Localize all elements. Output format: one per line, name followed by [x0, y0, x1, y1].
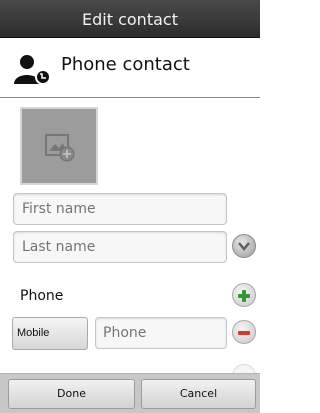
header-divider — [0, 97, 260, 98]
add-phone-button[interactable] — [232, 283, 256, 307]
contact-phone-icon — [14, 55, 51, 85]
phone-type-button[interactable]: Mobile — [12, 317, 88, 350]
title-bar: Edit contact — [0, 0, 260, 38]
phone-field[interactable] — [95, 317, 227, 349]
add-photo-icon — [45, 134, 75, 162]
bottom-action-bar: Done Cancel — [0, 373, 260, 413]
contact-photo[interactable] — [20, 107, 98, 185]
account-title: Phone contact — [61, 54, 190, 75]
first-name-field[interactable] — [13, 193, 227, 225]
phone-section-label: Phone — [20, 288, 64, 304]
window-title: Edit contact — [82, 10, 178, 29]
expand-name-button[interactable] — [232, 234, 256, 258]
chevron-down-icon — [238, 242, 250, 251]
remove-phone-button[interactable] — [232, 320, 256, 344]
done-button[interactable]: Done — [8, 379, 135, 409]
cancel-button[interactable]: Cancel — [141, 379, 256, 409]
last-name-field[interactable] — [13, 231, 227, 263]
account-header: Phone contact — [0, 38, 260, 98]
